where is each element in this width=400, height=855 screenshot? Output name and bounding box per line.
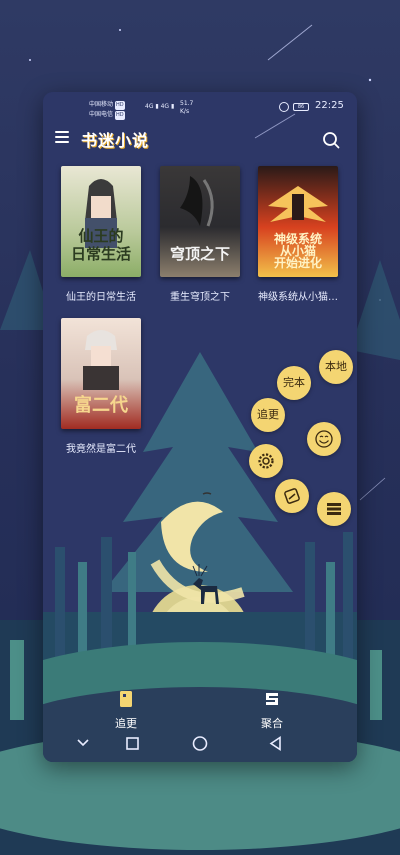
- settings-button[interactable]: [249, 444, 283, 478]
- book-cover[interactable]: 穹顶之下: [160, 166, 240, 277]
- book-title: 我竟然是富二代: [66, 444, 136, 455]
- exit-icon: [284, 488, 300, 504]
- recents-icon[interactable]: [126, 737, 139, 750]
- clock: 22:25: [315, 100, 344, 111]
- cover-title: 神级系统 从小猫 开始进化: [273, 232, 322, 270]
- system-navigation: [77, 736, 281, 751]
- search-icon[interactable]: [322, 131, 340, 149]
- signal-icon: 4G ▮ 4G ▮: [145, 103, 175, 110]
- book-icon: [120, 691, 132, 707]
- gear-icon: [258, 453, 274, 469]
- cover-title: 富二代: [74, 395, 128, 416]
- carrier-info: 中国移动 HD 中国电信 HD: [89, 100, 125, 120]
- hd-badge: HD: [115, 111, 125, 120]
- app-title: 书迷小说: [81, 131, 150, 150]
- alarm-icon: [279, 102, 289, 112]
- exit-button[interactable]: [275, 479, 309, 513]
- book-title: 重生穹顶之下: [170, 292, 230, 303]
- tab-follow-label: 追更: [115, 717, 137, 730]
- cover-title: 仙王的 日常生活: [70, 227, 131, 263]
- finished-button[interactable]: 完本: [277, 366, 311, 400]
- local-button[interactable]: 本地: [319, 350, 353, 384]
- status-bar: 中国移动 HD 中国电信 HD 4G ▮ 4G ▮ 51.7 K/s 86 22:2…: [43, 92, 357, 124]
- smiley-icon: [315, 430, 333, 448]
- book-item[interactable]: 神级系统 从小猫 开始进化 神级系统从小猫…: [255, 166, 341, 303]
- book-cover[interactable]: 仙王的 日常生活: [61, 166, 141, 277]
- book-item[interactable]: 富二代 我竟然是富二代: [58, 318, 144, 455]
- home-icon[interactable]: [192, 736, 208, 751]
- network-speed: 51.7 K/s: [180, 100, 194, 115]
- battery-icon: 86: [293, 103, 309, 111]
- tab-aggregate-label: 聚合: [261, 717, 283, 730]
- smiley-button[interactable]: [307, 422, 341, 456]
- carrier-1: 中国移动: [89, 101, 114, 108]
- tab-aggregate[interactable]: 聚合: [242, 690, 302, 731]
- book-item[interactable]: 仙王的 日常生活 仙王的日常生活: [58, 166, 144, 303]
- tab-follow[interactable]: 追更: [96, 690, 156, 731]
- aggregate-icon: [266, 693, 278, 705]
- update-button[interactable]: 追更: [251, 398, 285, 432]
- book-cover[interactable]: 富二代: [61, 318, 141, 429]
- book-cover[interactable]: 神级系统 从小猫 开始进化: [258, 166, 338, 277]
- cover-title: 穹顶之下: [169, 245, 230, 263]
- book-title: 神级系统从小猫…: [258, 292, 338, 303]
- book-title: 仙王的日常生活: [66, 292, 136, 303]
- phone-screen: 中国移动 HD 中国电信 HD 4G ▮ 4G ▮ 51.7 K/s 86 22:2…: [43, 92, 357, 762]
- list-button[interactable]: [317, 492, 351, 526]
- hd-badge: HD: [115, 101, 125, 110]
- carrier-2: 中国电信: [89, 111, 114, 118]
- back-triangle-icon[interactable]: [269, 736, 281, 751]
- list-icon: [327, 503, 341, 515]
- app-bar: 书迷小说: [43, 126, 357, 154]
- book-item[interactable]: 穹顶之下 重生穹顶之下: [157, 166, 243, 303]
- menu-icon[interactable]: [55, 131, 69, 143]
- bottom-navigation: 追更 聚合: [43, 682, 357, 730]
- back-chevron-icon[interactable]: [77, 739, 89, 747]
